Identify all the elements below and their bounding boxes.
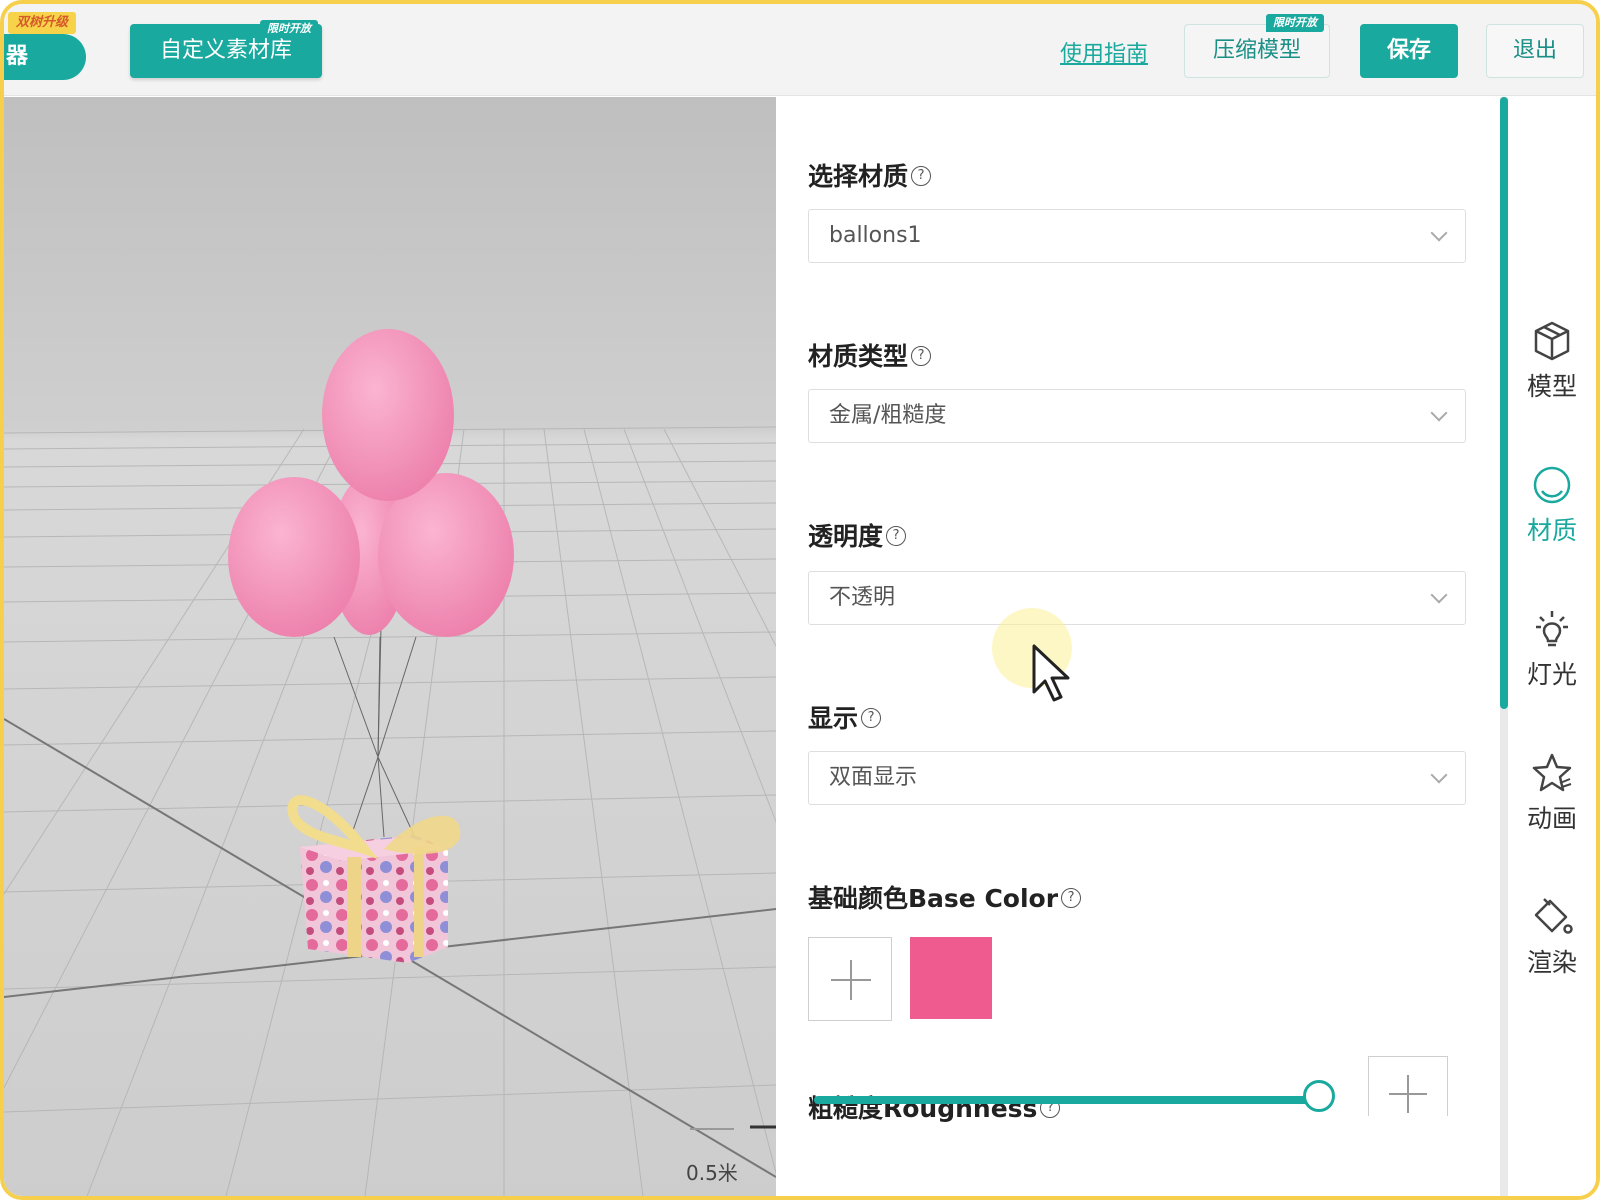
tab-animation-label: 动画 bbox=[1526, 804, 1577, 833]
light-bulb-icon bbox=[1536, 611, 1568, 647]
base-color-label-text: 基础颜色Base Color bbox=[808, 884, 1059, 913]
tab-material-label: 材质 bbox=[1526, 516, 1577, 545]
transparency-label: 透明度? bbox=[808, 517, 907, 553]
roughness-label: 粗糙度Roughness? bbox=[808, 1089, 1061, 1125]
right-tab-bar: 模型 材质 灯光 动画 渲染 bbox=[1508, 97, 1596, 1196]
help-icon[interactable]: ? bbox=[861, 708, 882, 728]
material-type-dropdown[interactable]: 金属/粗糙度 bbox=[808, 389, 1466, 443]
material-type-value: 金属/粗糙度 bbox=[829, 403, 947, 428]
base-color-label: 基础颜色Base Color? bbox=[808, 879, 1082, 915]
material-type-label-text: 材质类型 bbox=[808, 342, 909, 371]
top-toolbar: 器 双树升级 自定义素材库 限时开放 使用指南 压缩模型 限时开放 保存 退出 bbox=[4, 4, 1596, 96]
add-color-texture-button[interactable] bbox=[808, 937, 892, 1021]
material-type-label: 材质类型? bbox=[808, 337, 932, 373]
save-button[interactable]: 保存 bbox=[1360, 24, 1458, 78]
help-icon[interactable]: ? bbox=[911, 346, 932, 366]
transparency-dropdown[interactable]: 不透明 bbox=[808, 571, 1466, 625]
panel-scrollbar-thumb[interactable] bbox=[1500, 97, 1508, 709]
mouse-cursor-icon bbox=[1032, 644, 1070, 702]
material-select-value: ballons1 bbox=[829, 223, 922, 248]
scale-bar bbox=[690, 1125, 776, 1130]
gift-box-model[interactable] bbox=[287, 795, 461, 963]
tab-light[interactable]: 灯光 bbox=[1508, 607, 1596, 691]
editor-tab-partial[interactable]: 器 bbox=[4, 34, 86, 80]
add-roughness-texture-button[interactable] bbox=[1368, 1056, 1448, 1116]
scale-label: 0.5米 bbox=[686, 1161, 738, 1185]
help-icon[interactable]: ? bbox=[886, 526, 907, 546]
compress-limited-badge: 限时开放 bbox=[1266, 14, 1324, 32]
tab-light-label: 灯光 bbox=[1526, 660, 1577, 689]
base-color-swatch[interactable] bbox=[910, 937, 992, 1019]
transparency-label-text: 透明度 bbox=[808, 522, 884, 551]
editor-tab-label: 器 bbox=[6, 44, 29, 69]
paint-bucket-icon bbox=[1534, 898, 1573, 934]
tab-render[interactable]: 渲染 bbox=[1508, 895, 1596, 979]
app-frame: 器 双树升级 自定义素材库 限时开放 使用指南 压缩模型 限时开放 保存 退出 bbox=[0, 0, 1600, 1200]
custom-library-label: 自定义素材库 bbox=[159, 38, 292, 63]
3d-viewport[interactable]: 0.5米 bbox=[4, 97, 776, 1196]
chevron-down-icon bbox=[1430, 586, 1448, 604]
plus-icon-vertical bbox=[850, 960, 852, 1000]
select-material-label-text: 选择材质 bbox=[808, 162, 909, 191]
display-value: 双面显示 bbox=[829, 765, 918, 790]
tab-model-label: 模型 bbox=[1526, 372, 1577, 401]
roughness-slider-track[interactable] bbox=[814, 1096, 1320, 1104]
viewport-scene bbox=[4, 329, 776, 1196]
compress-model-button[interactable]: 压缩模型 bbox=[1184, 24, 1330, 78]
help-icon[interactable]: ? bbox=[911, 166, 932, 186]
limited-open-badge: 限时开放 bbox=[260, 20, 318, 38]
display-dropdown[interactable]: 双面显示 bbox=[808, 751, 1466, 805]
tab-render-label: 渲染 bbox=[1526, 948, 1577, 977]
tab-model[interactable]: 模型 bbox=[1508, 319, 1596, 403]
balloons-model[interactable] bbox=[228, 329, 514, 637]
exit-button[interactable]: 退出 bbox=[1486, 24, 1584, 78]
display-label: 显示? bbox=[808, 699, 882, 735]
material-sphere-icon bbox=[1533, 466, 1571, 504]
select-material-label: 选择材质? bbox=[808, 157, 932, 193]
transparency-value: 不透明 bbox=[829, 585, 896, 610]
chevron-down-icon bbox=[1430, 224, 1448, 242]
compress-model-label: 压缩模型 bbox=[1212, 38, 1301, 63]
tab-animation[interactable]: 动画 bbox=[1508, 751, 1596, 835]
plus-icon-vertical bbox=[1407, 1075, 1409, 1113]
usage-guide-link[interactable]: 使用指南 bbox=[1060, 36, 1148, 68]
chevron-down-icon bbox=[1430, 766, 1448, 784]
upgrade-badge: 双树升级 bbox=[8, 12, 77, 34]
material-select-dropdown[interactable]: ballons1 bbox=[808, 209, 1466, 263]
display-label-text: 显示 bbox=[808, 704, 859, 733]
help-icon[interactable]: ? bbox=[1061, 888, 1082, 908]
material-properties-panel: 选择材质? ballons1 材质类型? 金属/粗糙度 透明度? 不透明 显示?… bbox=[776, 97, 1500, 1196]
chevron-down-icon bbox=[1430, 404, 1448, 422]
tab-material[interactable]: 材质 bbox=[1508, 463, 1596, 547]
cube-icon bbox=[1534, 321, 1570, 361]
animation-star-icon bbox=[1532, 753, 1572, 792]
